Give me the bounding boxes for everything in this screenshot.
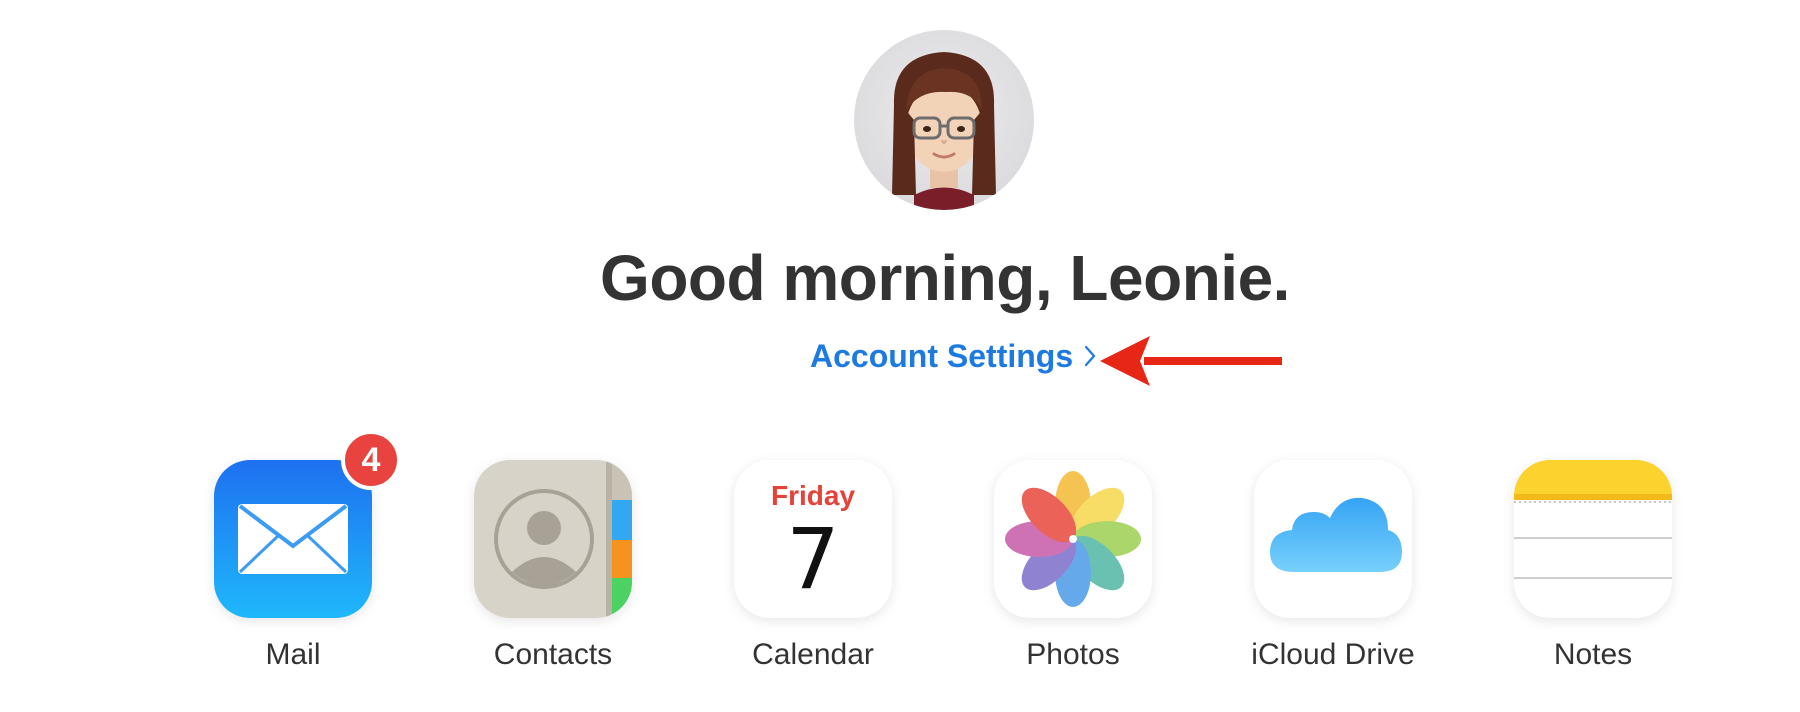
photos-icon [994,460,1152,618]
account-settings-link[interactable]: Account Settings [810,336,1097,376]
app-label: Mail [265,638,321,671]
avatar[interactable] [854,30,1034,210]
app-label: Notes [1553,638,1633,671]
account-settings-label: Account Settings [810,337,1074,374]
app-grid: 4 Mail Contacts Friday 7 Calendar Photos… [0,430,1800,690]
calendar-date-number: 7 [786,510,840,608]
calendar-icon: Friday 7 [734,460,892,618]
app-label: Contacts [493,638,613,671]
notes-icon [1514,460,1672,618]
unread-count-badge: 4 [341,430,401,490]
memoji-avatar-icon [892,52,996,210]
app-label: iCloud Drive [1251,638,1415,671]
chevron-right-icon [1085,345,1096,367]
contacts-icon [474,460,632,618]
app-label: Calendar [752,638,874,671]
app-label: Photos [1026,638,1120,671]
mail-icon [214,460,372,618]
arrow-left-icon [1100,336,1282,386]
calendar-day-label: Friday [770,480,856,511]
page-title: Good morning, Leonie. [600,242,1290,314]
icloud-drive-icon [1254,460,1412,618]
